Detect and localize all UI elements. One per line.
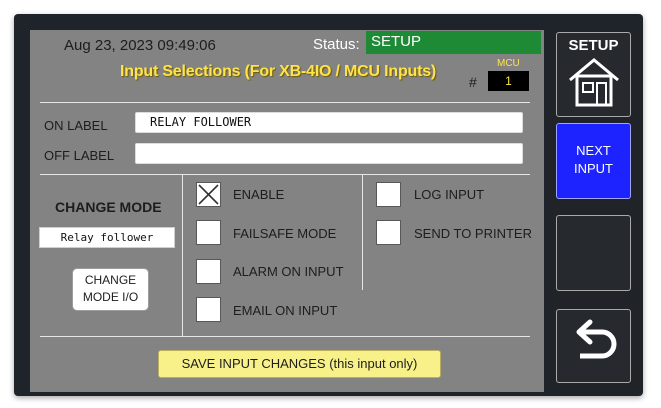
status-label: Status: xyxy=(313,36,360,53)
log-input-checkbox[interactable] xyxy=(376,182,401,207)
setup-home-button[interactable]: SETUP xyxy=(556,32,631,117)
failsafe-checkbox[interactable] xyxy=(196,220,221,245)
off-label-field[interactable] xyxy=(135,143,523,164)
email-label: EMAIL ON INPUT xyxy=(233,303,338,318)
next-line2: INPUT xyxy=(574,161,613,176)
divider xyxy=(40,336,530,337)
next-line1: NEXT xyxy=(576,143,611,158)
on-label-field[interactable]: RELAY FOLLOWER xyxy=(135,112,523,133)
divider xyxy=(40,102,530,103)
mcu-number[interactable]: 1 xyxy=(488,71,529,91)
divider xyxy=(40,174,530,175)
blank-button[interactable] xyxy=(556,215,631,291)
change-mode-io-button[interactable]: CHANGE MODE I/O xyxy=(72,268,149,311)
divider xyxy=(362,174,363,290)
checkmark-x-icon xyxy=(198,184,219,205)
page-title: Input Selections (For XB-4IO / MCU Input… xyxy=(120,63,437,80)
status-badge: SETUP xyxy=(366,31,541,54)
send-to-printer-label: SEND TO PRINTER xyxy=(414,226,532,241)
alarm-checkbox[interactable] xyxy=(196,259,221,284)
enable-checkbox[interactable] xyxy=(196,182,221,207)
next-input-button[interactable]: NEXT INPUT xyxy=(556,123,631,199)
log-input-label: LOG INPUT xyxy=(414,187,485,202)
change-mode-line2: MODE I/O xyxy=(82,290,139,304)
divider xyxy=(182,174,183,336)
save-input-changes-button[interactable]: SAVE INPUT CHANGES (this input only) xyxy=(158,350,441,378)
home-icon xyxy=(568,58,619,107)
change-mode-heading: CHANGE MODE xyxy=(55,199,162,215)
failsafe-label: FAILSAFE MODE xyxy=(233,226,337,241)
mode-value-display: Relay follower xyxy=(39,227,175,248)
back-button[interactable] xyxy=(556,309,631,383)
back-arrow-icon xyxy=(576,319,616,359)
change-mode-line1: CHANGE xyxy=(84,273,137,287)
enable-label: ENABLE xyxy=(233,187,285,202)
mcu-hash: # xyxy=(469,74,477,90)
mcu-label: MCU xyxy=(497,58,520,69)
setup-label: SETUP xyxy=(568,37,619,54)
on-label-caption: ON LABEL xyxy=(44,118,108,133)
datetime: Aug 23, 2023 09:49:06 xyxy=(64,37,216,54)
off-label-caption: OFF LABEL xyxy=(44,148,115,163)
alarm-label: ALARM ON INPUT xyxy=(233,264,344,279)
send-to-printer-checkbox[interactable] xyxy=(376,220,401,245)
email-checkbox[interactable] xyxy=(196,297,221,322)
